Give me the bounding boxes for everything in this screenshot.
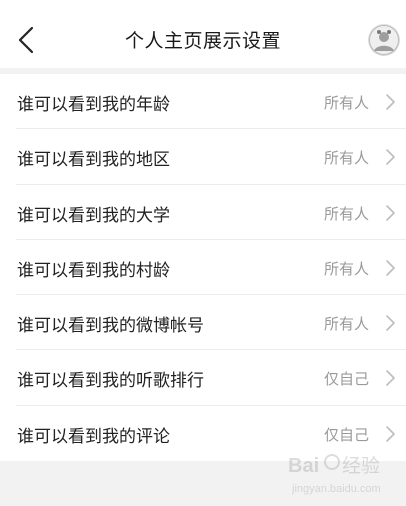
svg-text:jingyan.baidu.com: jingyan.baidu.com [291, 483, 381, 495]
chevron-right-icon [384, 314, 396, 332]
avatar-icon [368, 24, 400, 56]
setting-label: 谁可以看到我的年龄 [17, 95, 170, 115]
chevron-right-icon [384, 204, 396, 222]
setting-row-region[interactable]: 谁可以看到我的地区 所有人 [0, 129, 406, 185]
chevron-right-icon [384, 93, 396, 111]
setting-value: 所有人 [323, 204, 369, 223]
page-title: 个人主页展示设置 [124, 30, 281, 52]
setting-row-village-age[interactable]: 谁可以看到我的村龄 所有人 [0, 240, 406, 296]
user-avatar[interactable] [368, 24, 400, 56]
setting-value: 所有人 [323, 149, 369, 168]
setting-label: 谁可以看到我的评论 [17, 426, 170, 447]
setting-row-age[interactable]: 谁可以看到我的年龄 所有人 [0, 74, 406, 130]
top-nav-bar: 个人主页展示设置 [0, 0, 406, 68]
setting-label: 谁可以看到我的大学 [17, 205, 170, 226]
setting-row-weibo-account[interactable]: 谁可以看到我的微博帐号 所有人 [0, 295, 406, 351]
settings-list: 谁可以看到我的年龄 所有人 谁可以看到我的地区 所有人 谁可以看到我的大学 所有… [0, 74, 406, 461]
setting-value: 所有人 [323, 315, 369, 334]
baidu-jingyan-watermark: Bai 经验 jingyan.baidu.com [284, 446, 402, 502]
setting-label: 谁可以看到我的听歌排行 [17, 371, 204, 392]
svg-text:Bai: Bai [288, 455, 319, 477]
setting-label: 谁可以看到我的村龄 [17, 260, 170, 281]
setting-value: 仅自己 [323, 425, 369, 444]
chevron-right-icon [384, 148, 396, 166]
setting-label: 谁可以看到我的微博帐号 [17, 316, 204, 337]
chevron-right-icon [384, 369, 396, 387]
svg-text:经验: 经验 [342, 455, 380, 477]
setting-value: 仅自己 [323, 370, 369, 389]
setting-value: 所有人 [323, 259, 369, 278]
setting-row-university[interactable]: 谁可以看到我的大学 所有人 [0, 185, 406, 240]
setting-value: 所有人 [323, 94, 369, 112]
setting-label: 谁可以看到我的地区 [17, 150, 170, 171]
setting-row-music-ranking[interactable]: 谁可以看到我的听歌排行 仅自己 [0, 350, 406, 406]
chevron-right-icon [384, 259, 396, 277]
screen: 个人主页展示设置 谁可以看到我的年龄 所有人 谁可以看到我的地区 所有人 谁可以… [0, 0, 406, 506]
chevron-right-icon [384, 425, 396, 443]
